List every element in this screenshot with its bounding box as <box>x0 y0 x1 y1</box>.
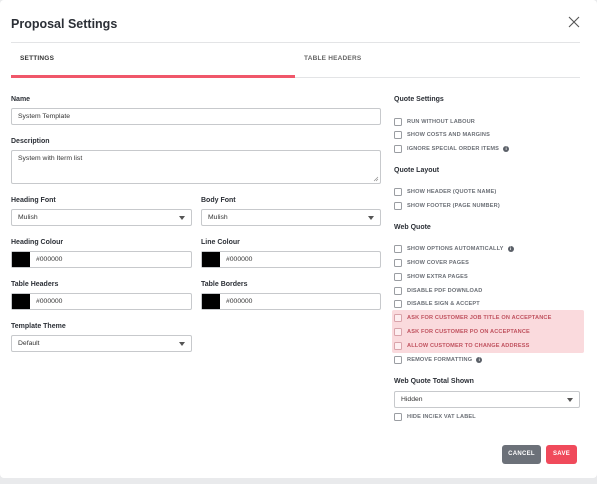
checkbox-show-cover-pages[interactable]: SHOW COVER PAGES <box>394 257 469 268</box>
checkbox-label: HIDE INC/EX VAT LABEL <box>407 413 476 420</box>
checkbox-box[interactable] <box>394 327 402 336</box>
modal-title: Proposal Settings <box>11 17 118 31</box>
web-quote-total-value: Hidden <box>401 396 423 403</box>
checkbox-remove-formatting[interactable]: REMOVE FORMATTING i <box>394 354 483 365</box>
info-icon[interactable]: i <box>476 356 483 363</box>
checkbox-box[interactable] <box>394 286 402 295</box>
cancel-button[interactable]: CANCEL <box>502 445 541 464</box>
heading-font-value: Mulish <box>18 214 38 221</box>
checkbox-label: ALLOW CUSTOMER TO CHANGE ADDRESS <box>407 342 530 349</box>
chevron-down-icon <box>179 216 185 220</box>
checkbox-label: SHOW COVER PAGES <box>407 259 469 266</box>
heading-colour-field[interactable]: #000000 <box>11 251 192 268</box>
info-icon[interactable]: i <box>507 245 514 252</box>
description-value: System with Iterm list <box>18 155 83 162</box>
checkbox-show-extra-pages[interactable]: SHOW EXTRA PAGES <box>394 271 468 282</box>
chevron-down-icon <box>179 342 185 346</box>
heading-colour-value: #000000 <box>36 256 63 263</box>
checkbox-box[interactable] <box>394 272 402 281</box>
table-headers-label: Table Headers <box>11 281 59 288</box>
web-quote-title: Web Quote <box>394 224 431 231</box>
checkbox-show-footer[interactable]: SHOW FOOTER (PAGE NUMBER) <box>394 200 500 211</box>
checkbox-box[interactable] <box>394 313 402 322</box>
heading-colour-label: Heading Colour <box>11 239 64 246</box>
template-theme-select[interactable]: Default <box>11 335 192 352</box>
checkbox-box[interactable] <box>394 201 402 210</box>
table-headers-swatch[interactable] <box>12 294 30 309</box>
checkbox-hide-vat-label[interactable]: HIDE INC/EX VAT LABEL <box>394 411 476 422</box>
proposal-settings-modal: Proposal Settings SETTINGS TABLE HEADERS… <box>0 0 597 478</box>
line-colour-label: Line Colour <box>201 239 240 246</box>
web-quote-total-select[interactable]: Hidden <box>394 391 580 408</box>
table-borders-label: Table Borders <box>201 281 248 288</box>
active-tab-indicator <box>11 75 295 78</box>
checkbox-box[interactable] <box>394 412 402 421</box>
checkbox-label: SHOW FOOTER (PAGE NUMBER) <box>407 202 500 209</box>
checkbox-label: IGNORE SPECIAL ORDER ITEMS <box>407 145 500 152</box>
checkbox-label: SHOW COSTS AND MARGINS <box>407 131 490 138</box>
chevron-down-icon <box>368 216 374 220</box>
table-borders-colour-field[interactable]: #000000 <box>201 293 381 310</box>
checkbox-label: DISABLE PDF DOWNLOAD <box>407 287 483 294</box>
table-headers-value: #000000 <box>36 298 63 305</box>
checkbox-label: ASK FOR CUSTOMER JOB TITLE ON ACCEPTANCE <box>407 314 552 321</box>
checkbox-show-costs-and-margins[interactable]: SHOW COSTS AND MARGINS <box>394 129 490 140</box>
checkbox-box[interactable] <box>394 117 402 126</box>
checkbox-label: SHOW HEADER (QUOTE NAME) <box>407 188 497 195</box>
checkbox-box[interactable] <box>394 187 402 196</box>
checkbox-box[interactable] <box>394 341 402 350</box>
checkbox-label: SHOW OPTIONS AUTOMATICALLY <box>407 245 504 252</box>
name-label: Name <box>11 96 31 103</box>
close-icon[interactable] <box>566 14 582 30</box>
body-font-select[interactable]: Mulish <box>201 209 381 226</box>
checkbox-allow-change-address[interactable]: ALLOW CUSTOMER TO CHANGE ADDRESS <box>394 340 529 351</box>
resize-handle-icon[interactable] <box>373 176 379 182</box>
checkbox-box[interactable] <box>394 144 402 153</box>
quote-layout-title: Quote Layout <box>394 167 440 174</box>
description-textarea[interactable]: System with Iterm list <box>11 150 381 184</box>
checkbox-label: DISABLE SIGN & ACCEPT <box>407 300 480 307</box>
checkbox-disable-pdf-download[interactable]: DISABLE PDF DOWNLOAD <box>394 285 482 296</box>
info-icon[interactable]: i <box>503 145 510 152</box>
checkbox-box[interactable] <box>394 130 402 139</box>
checkbox-label: RUN WITHOUT LABOUR <box>407 118 475 125</box>
description-label: Description <box>11 138 50 145</box>
checkbox-run-without-labour[interactable]: RUN WITHOUT LABOUR <box>394 116 475 127</box>
checkbox-box[interactable] <box>394 299 402 308</box>
checkbox-label: ASK FOR CUSTOMER PO ON ACCEPTANCE <box>407 328 530 335</box>
tab-table-headers[interactable]: TABLE HEADERS <box>304 55 361 62</box>
checkbox-show-options-automatically[interactable]: SHOW OPTIONS AUTOMATICALLY i <box>394 243 514 254</box>
heading-colour-swatch[interactable] <box>12 252 30 267</box>
table-borders-value: #000000 <box>226 298 253 305</box>
table-headers-colour-field[interactable]: #000000 <box>11 293 192 310</box>
quote-settings-title: Quote Settings <box>394 96 444 103</box>
checkbox-ask-customer-po[interactable]: ASK FOR CUSTOMER PO ON ACCEPTANCE <box>394 326 530 337</box>
checkbox-label: REMOVE FORMATTING <box>407 356 473 363</box>
line-colour-field[interactable]: #000000 <box>201 251 381 268</box>
name-input[interactable]: System Template <box>11 108 381 125</box>
save-button[interactable]: SAVE <box>546 445 577 464</box>
checkbox-box[interactable] <box>394 244 402 253</box>
heading-font-label: Heading Font <box>11 197 56 204</box>
template-theme-label: Template Theme <box>11 323 66 330</box>
web-quote-total-title: Web Quote Total Shown <box>394 378 474 385</box>
body-font-label: Body Font <box>201 197 236 204</box>
checkbox-show-header[interactable]: SHOW HEADER (QUOTE NAME) <box>394 186 496 197</box>
heading-font-select[interactable]: Mulish <box>11 209 192 226</box>
header-divider <box>11 42 580 43</box>
line-colour-swatch[interactable] <box>202 252 220 267</box>
table-borders-swatch[interactable] <box>202 294 220 309</box>
line-colour-value: #000000 <box>226 256 253 263</box>
checkbox-box[interactable] <box>394 258 402 267</box>
chevron-down-icon <box>567 398 573 402</box>
body-font-value: Mulish <box>208 214 228 221</box>
checkbox-box[interactable] <box>394 355 402 364</box>
checkbox-label: SHOW EXTRA PAGES <box>407 273 468 280</box>
checkbox-ignore-special-order-items[interactable]: IGNORE SPECIAL ORDER ITEMS i <box>394 143 510 154</box>
tab-settings[interactable]: SETTINGS <box>20 55 54 62</box>
checkbox-disable-sign-accept[interactable]: DISABLE SIGN & ACCEPT <box>394 298 480 309</box>
template-theme-value: Default <box>18 340 40 347</box>
checkbox-ask-job-title[interactable]: ASK FOR CUSTOMER JOB TITLE ON ACCEPTANCE <box>394 312 552 323</box>
